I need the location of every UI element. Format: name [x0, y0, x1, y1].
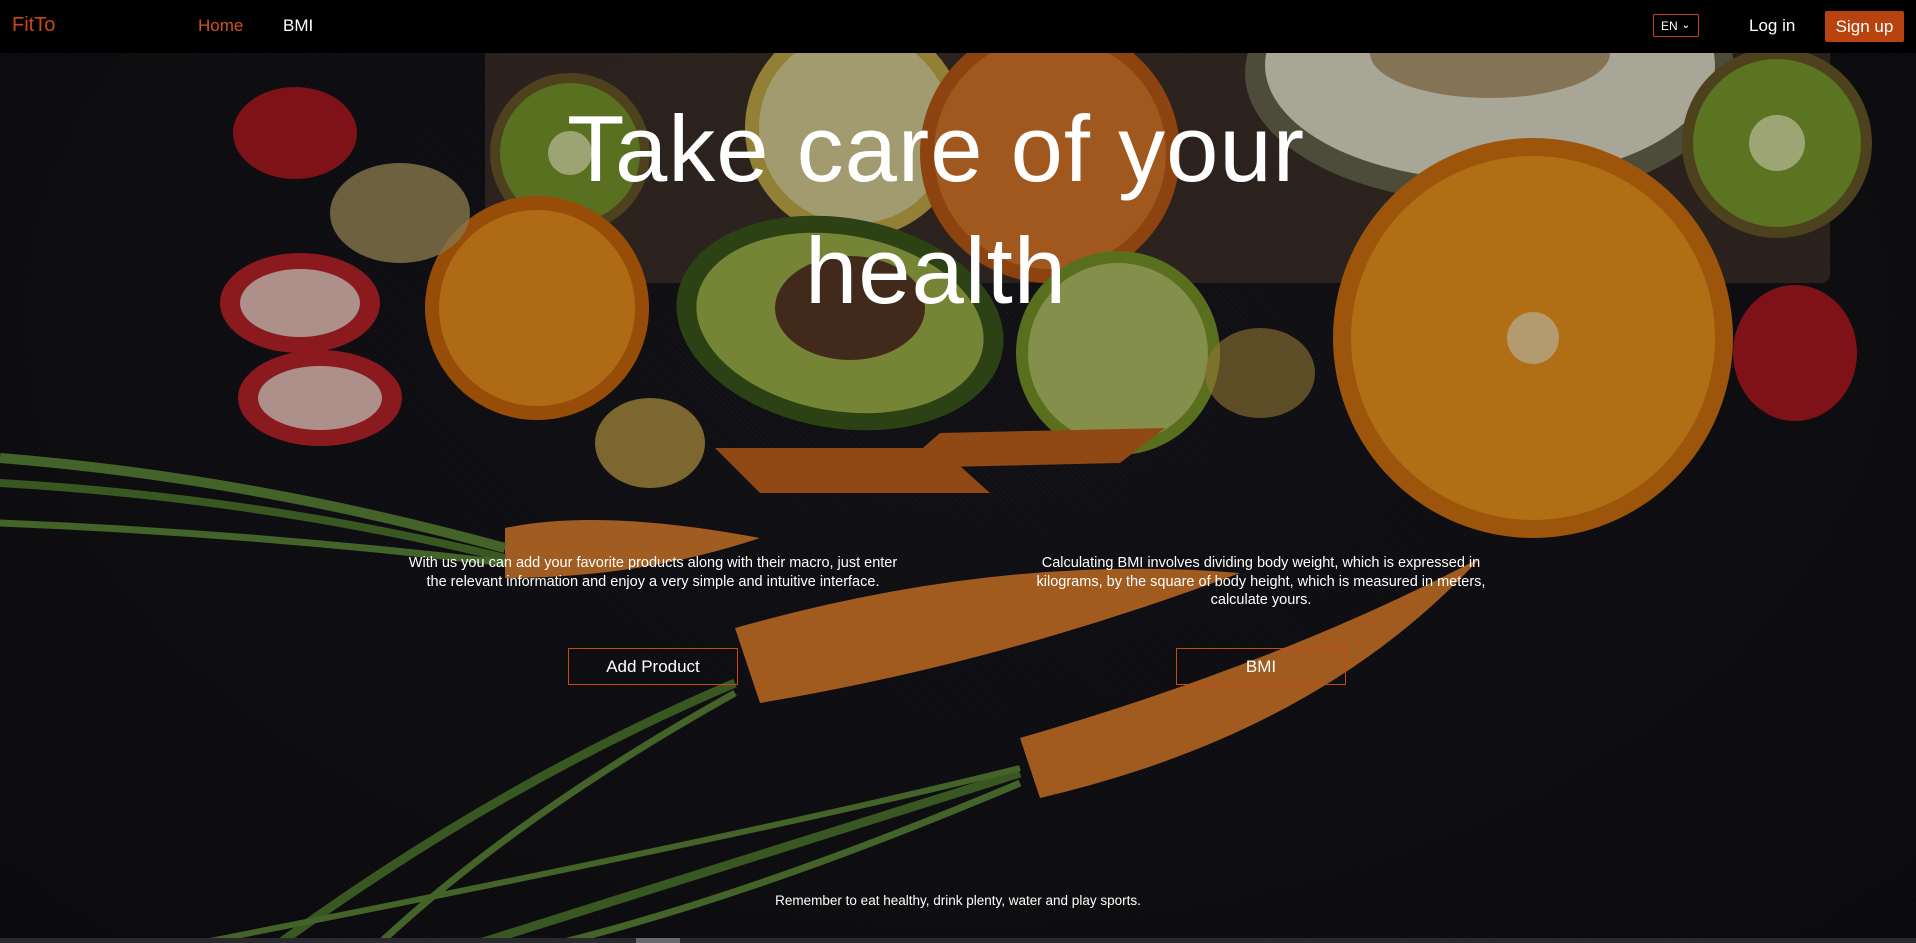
signup-button[interactable]: Sign up — [1825, 11, 1904, 42]
add-product-description: With us you can add your favorite produc… — [408, 555, 898, 590]
hero-headline-line1: Take care of your — [566, 96, 1306, 201]
hero-headline: Take care of your health — [0, 88, 1916, 332]
top-navbar: FitTo Home BMI EN ⌄ Log in Sign up — [0, 0, 1916, 53]
bmi-button[interactable]: BMI — [1176, 648, 1346, 685]
login-link[interactable]: Log in — [1749, 16, 1795, 36]
footer-note: Remember to eat healthy, drink plenty, w… — [775, 893, 1141, 908]
scrollbar-thumb[interactable] — [636, 938, 680, 943]
language-value: EN — [1661, 18, 1678, 33]
nav-link-bmi[interactable]: BMI — [283, 16, 313, 36]
nav-link-home[interactable]: Home — [198, 16, 243, 36]
horizontal-scrollbar[interactable] — [0, 938, 1916, 943]
language-select[interactable]: EN ⌄ — [1653, 14, 1699, 37]
brand-logo[interactable]: FitTo — [12, 14, 55, 37]
add-product-button[interactable]: Add Product — [568, 648, 738, 685]
hero-headline-line2: health — [804, 218, 1068, 323]
bmi-description: Calculating BMI involves dividing body w… — [1036, 555, 1486, 608]
chevron-down-icon: ⌄ — [1681, 20, 1691, 31]
